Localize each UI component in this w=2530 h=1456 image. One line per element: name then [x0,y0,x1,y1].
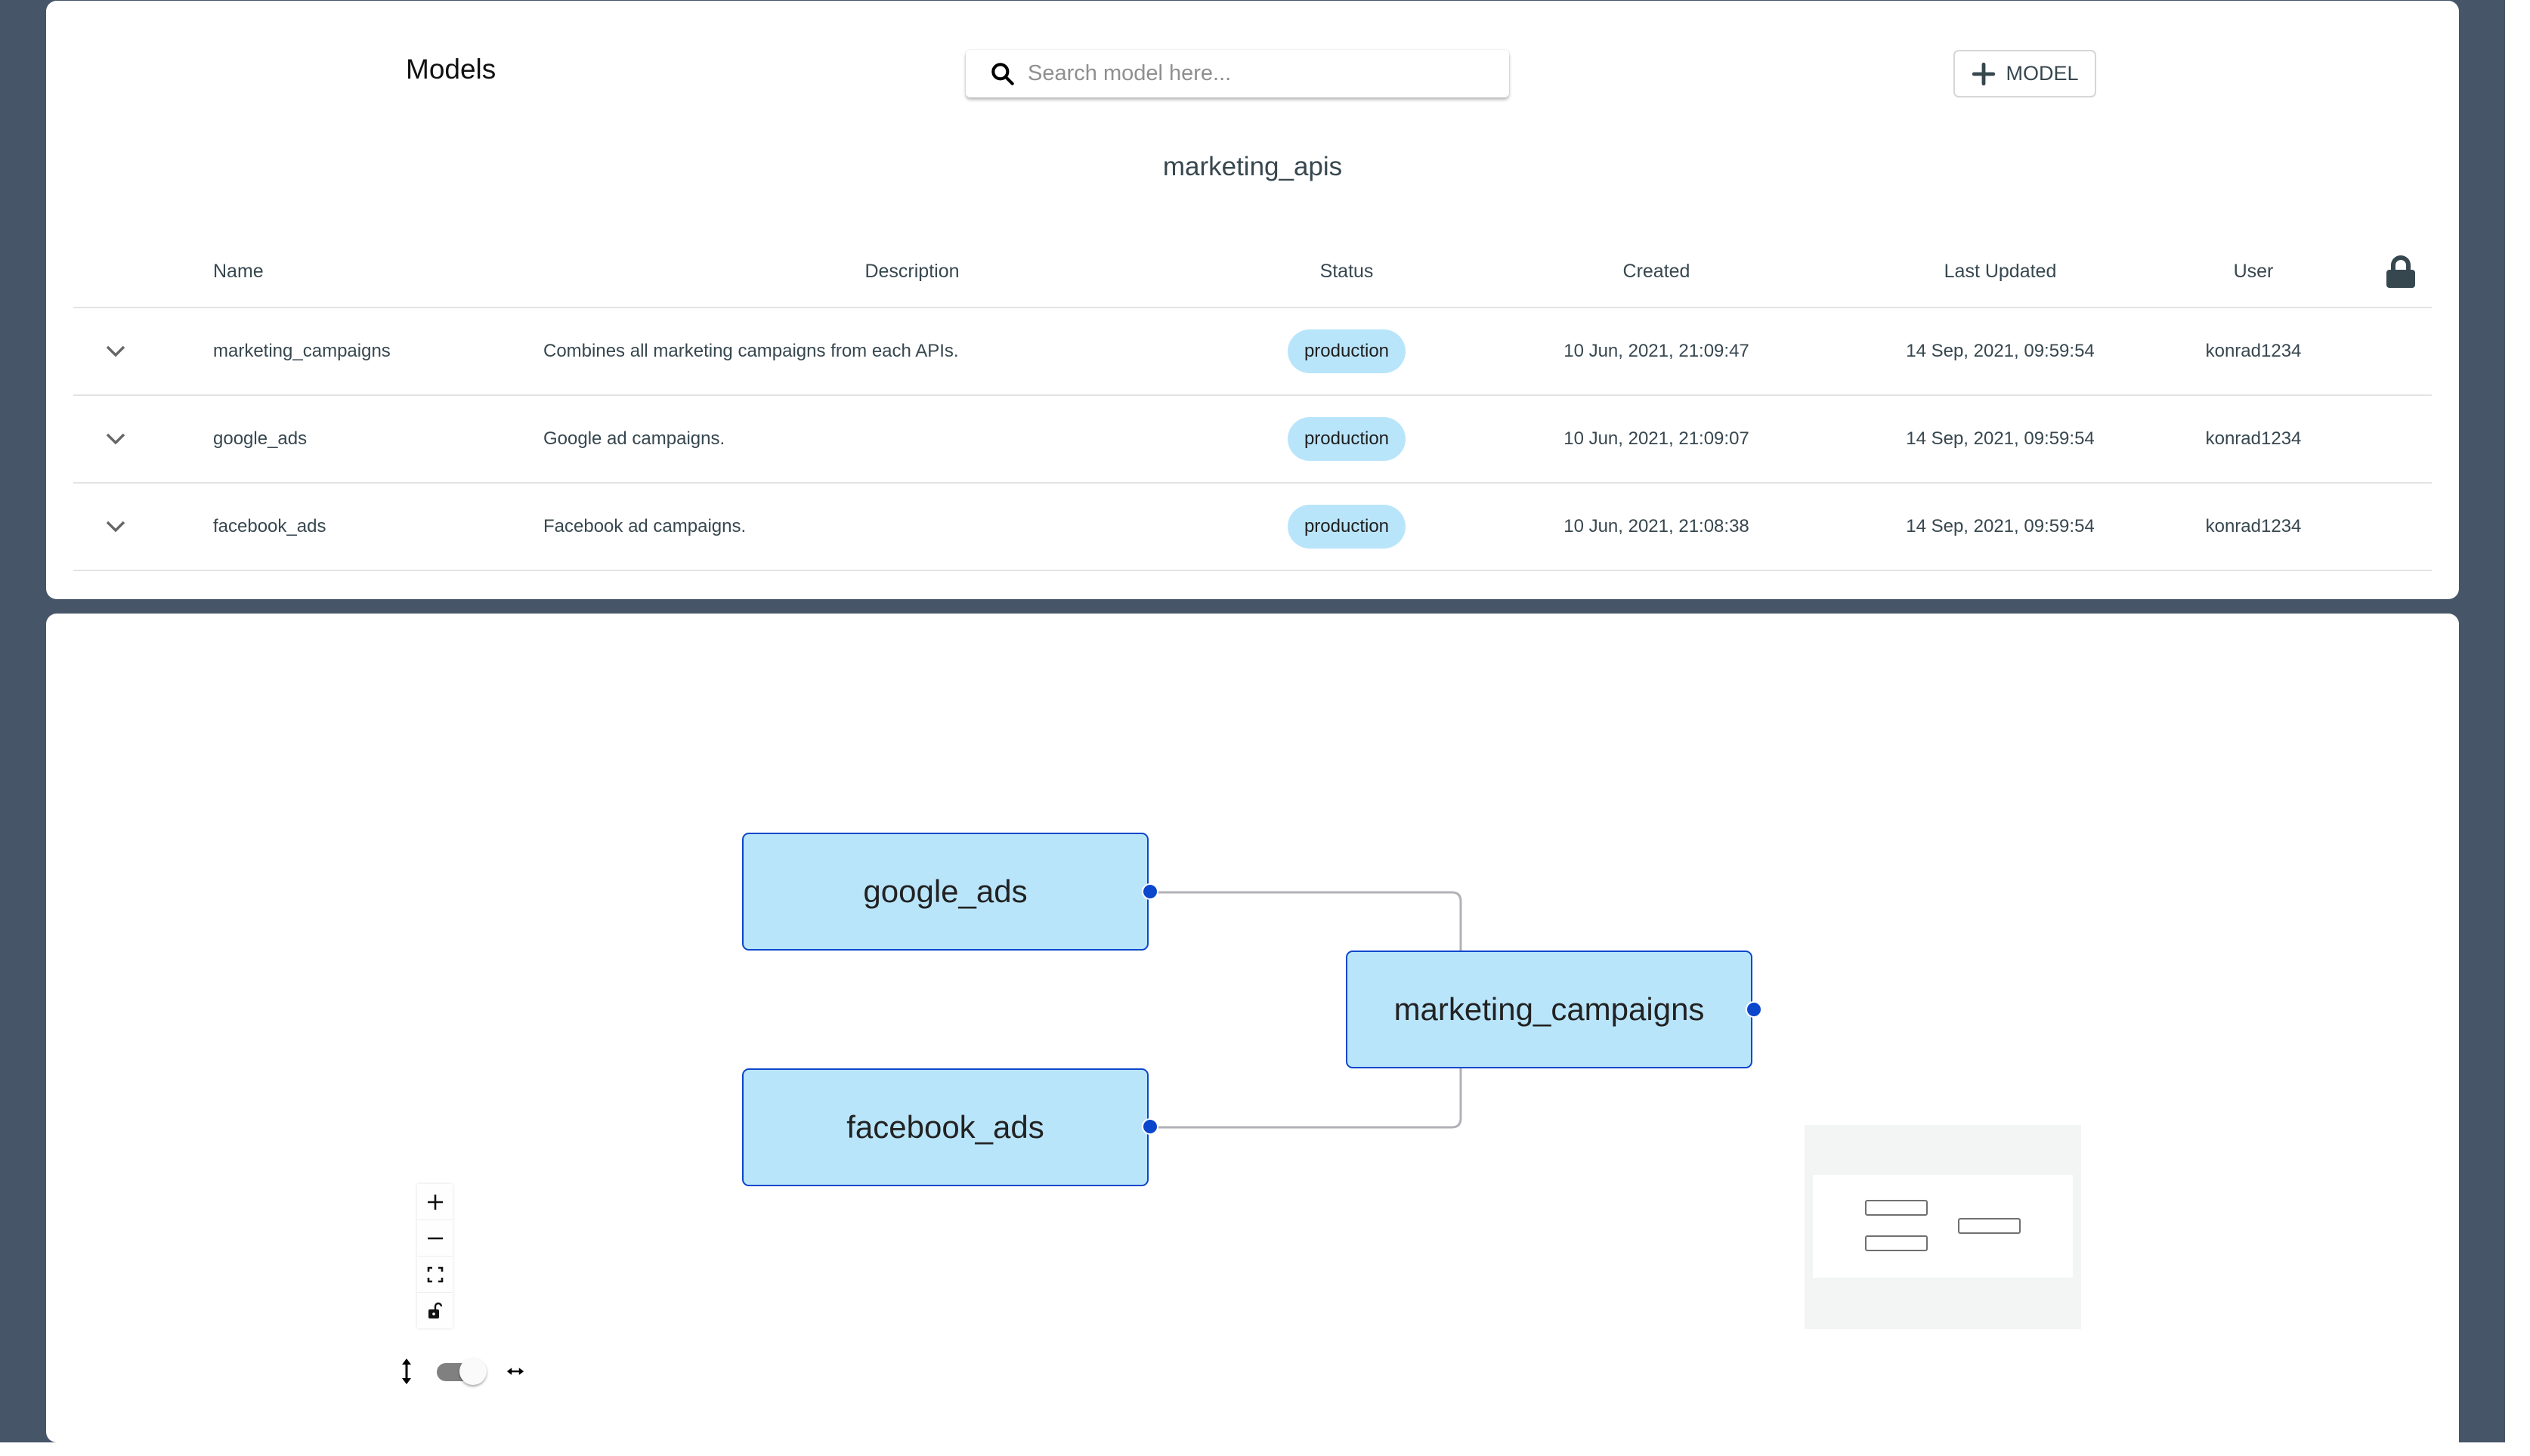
minimap-node [1865,1200,1928,1216]
status-badge: production [1288,505,1406,549]
minus-icon [427,1237,443,1239]
row-user: konrad1234 [2205,341,2302,361]
status-cell: production [1252,484,1441,570]
fit-view-icon [427,1266,443,1282]
vertical-arrows-icon [397,1358,416,1385]
column-header-status[interactable]: Status [1252,227,1441,311]
column-header-created[interactable]: Created [1513,227,1800,311]
layout-orientation-control [397,1358,524,1385]
search-icon [991,62,1014,85]
expand-row-button[interactable] [73,484,158,570]
status-cell: production [1252,396,1441,482]
row-description: Google ad campaigns. [543,428,725,449]
row-description: Combines all marketing campaigns from ea… [543,341,959,361]
source-handle[interactable] [1142,1118,1158,1135]
minimap-node [1865,1235,1928,1251]
horizontal-arrows-icon [506,1358,524,1385]
lock-icon [2386,255,2415,288]
row-user: konrad1234 [2205,516,2302,536]
column-header-user[interactable]: User [2159,227,2348,311]
status-cell: production [1252,308,1441,394]
source-handle[interactable] [1746,1001,1762,1018]
flow-controls [417,1184,453,1328]
models-panel: Models MODEL marketing_apis Name Descrip… [46,1,2459,599]
search-field[interactable] [966,50,1509,97]
row-created: 10 Jun, 2021, 21:09:47 [1563,341,1749,361]
row-created: 10 Jun, 2021, 21:08:38 [1563,516,1749,536]
edge-facebook-ads-to-marketing-campaigns[interactable] [1152,1068,1462,1129]
toggle-interactivity-button[interactable] [417,1293,453,1328]
lineage-graph-panel: google_ads facebook_ads marketing_campai… [46,614,2459,1442]
add-model-button[interactable]: MODEL [1953,50,2096,97]
chevron-down-icon [106,433,125,445]
minimap[interactable] [1805,1125,2081,1329]
group-title: marketing_apis [1162,152,1343,181]
row-last-updated: 14 Sep, 2021, 09:59:54 [1906,516,2095,536]
row-name: marketing_campaigns [213,341,391,361]
row-description: Facebook ad campaigns. [543,516,747,536]
node-facebook-ads[interactable]: facebook_ads [742,1068,1149,1186]
add-model-label: MODEL [2006,62,2079,85]
toggle-thumb[interactable] [459,1358,487,1385]
minimap-node [1958,1218,2021,1234]
table-row[interactable]: facebook_ads Facebook ad campaigns. prod… [73,484,2432,571]
row-user: konrad1234 [2205,428,2302,449]
edge-google-ads-to-marketing-campaigns[interactable] [1152,891,1462,951]
plus-icon [427,1194,443,1210]
column-header-description[interactable]: Description [753,227,1071,311]
lock-button[interactable] [2378,227,2423,311]
expand-row-button[interactable] [73,396,158,482]
minimap-viewport[interactable] [1813,1175,2073,1278]
plus-icon [1972,62,1996,85]
row-name: google_ads [213,428,308,449]
unlock-icon [428,1302,442,1318]
node-marketing-campaigns[interactable]: marketing_campaigns [1346,951,1752,1068]
node-google-ads[interactable]: google_ads [742,833,1149,951]
zoom-in-button[interactable] [417,1184,453,1220]
edges-layer [1152,891,1462,1129]
row-last-updated: 14 Sep, 2021, 09:59:54 [1906,428,2095,449]
models-table: Name Description Status Created Last Upd… [73,227,2432,571]
table-row[interactable]: google_ads Google ad campaigns. producti… [73,396,2432,484]
search-input[interactable] [1026,60,1483,87]
layout-direction-toggle[interactable] [437,1358,490,1385]
chevron-down-icon [106,345,125,357]
page-title: Models [406,54,496,85]
zoom-out-button[interactable] [417,1220,453,1257]
flow-canvas[interactable]: google_ads facebook_ads marketing_campai… [46,614,2459,1442]
expand-row-button[interactable] [73,308,158,394]
column-header-last-updated[interactable]: Last Updated [1857,227,2144,311]
table-row[interactable]: marketing_campaigns Combines all marketi… [73,308,2432,396]
row-name: facebook_ads [213,516,326,536]
column-header-name[interactable]: Name [213,227,264,311]
row-last-updated: 14 Sep, 2021, 09:59:54 [1906,341,2095,361]
chevron-down-icon [106,521,125,533]
status-badge: production [1288,417,1406,461]
fit-view-button[interactable] [417,1257,453,1293]
status-badge: production [1288,329,1406,373]
row-created: 10 Jun, 2021, 21:09:07 [1563,428,1749,449]
source-handle[interactable] [1142,883,1158,900]
table-header: Name Description Status Created Last Upd… [73,227,2432,308]
